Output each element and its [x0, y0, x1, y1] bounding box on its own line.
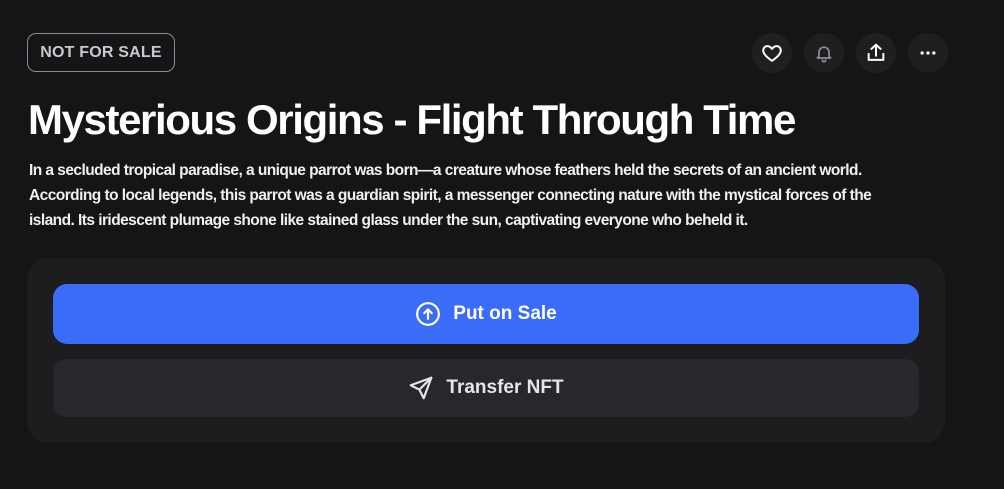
share-icon: [865, 42, 887, 64]
more-options-button[interactable]: [908, 33, 948, 73]
status-badge-label: NOT FOR SALE: [40, 43, 162, 61]
transfer-nft-button[interactable]: Transfer NFT: [53, 359, 919, 417]
bell-icon: [814, 43, 834, 63]
item-description: In a secluded tropical paradise, a uniqu…: [29, 162, 872, 229]
notifications-button[interactable]: [804, 33, 844, 73]
put-on-sale-label: Put on Sale: [453, 303, 557, 324]
heart-icon: [761, 42, 783, 64]
share-button[interactable]: [856, 33, 896, 73]
action-panel: Put on Sale Transfer NFT: [27, 258, 945, 443]
like-button[interactable]: [752, 33, 792, 73]
status-badge: NOT FOR SALE: [27, 33, 175, 72]
page-title: Mysterious Origins - Flight Through Time: [28, 96, 796, 143]
more-icon: [918, 43, 938, 63]
send-icon: [408, 375, 434, 401]
put-on-sale-button[interactable]: Put on Sale: [53, 284, 919, 344]
header-actions: [752, 33, 948, 73]
transfer-nft-label: Transfer NFT: [446, 377, 564, 398]
arrow-up-circle-icon: [415, 301, 441, 327]
